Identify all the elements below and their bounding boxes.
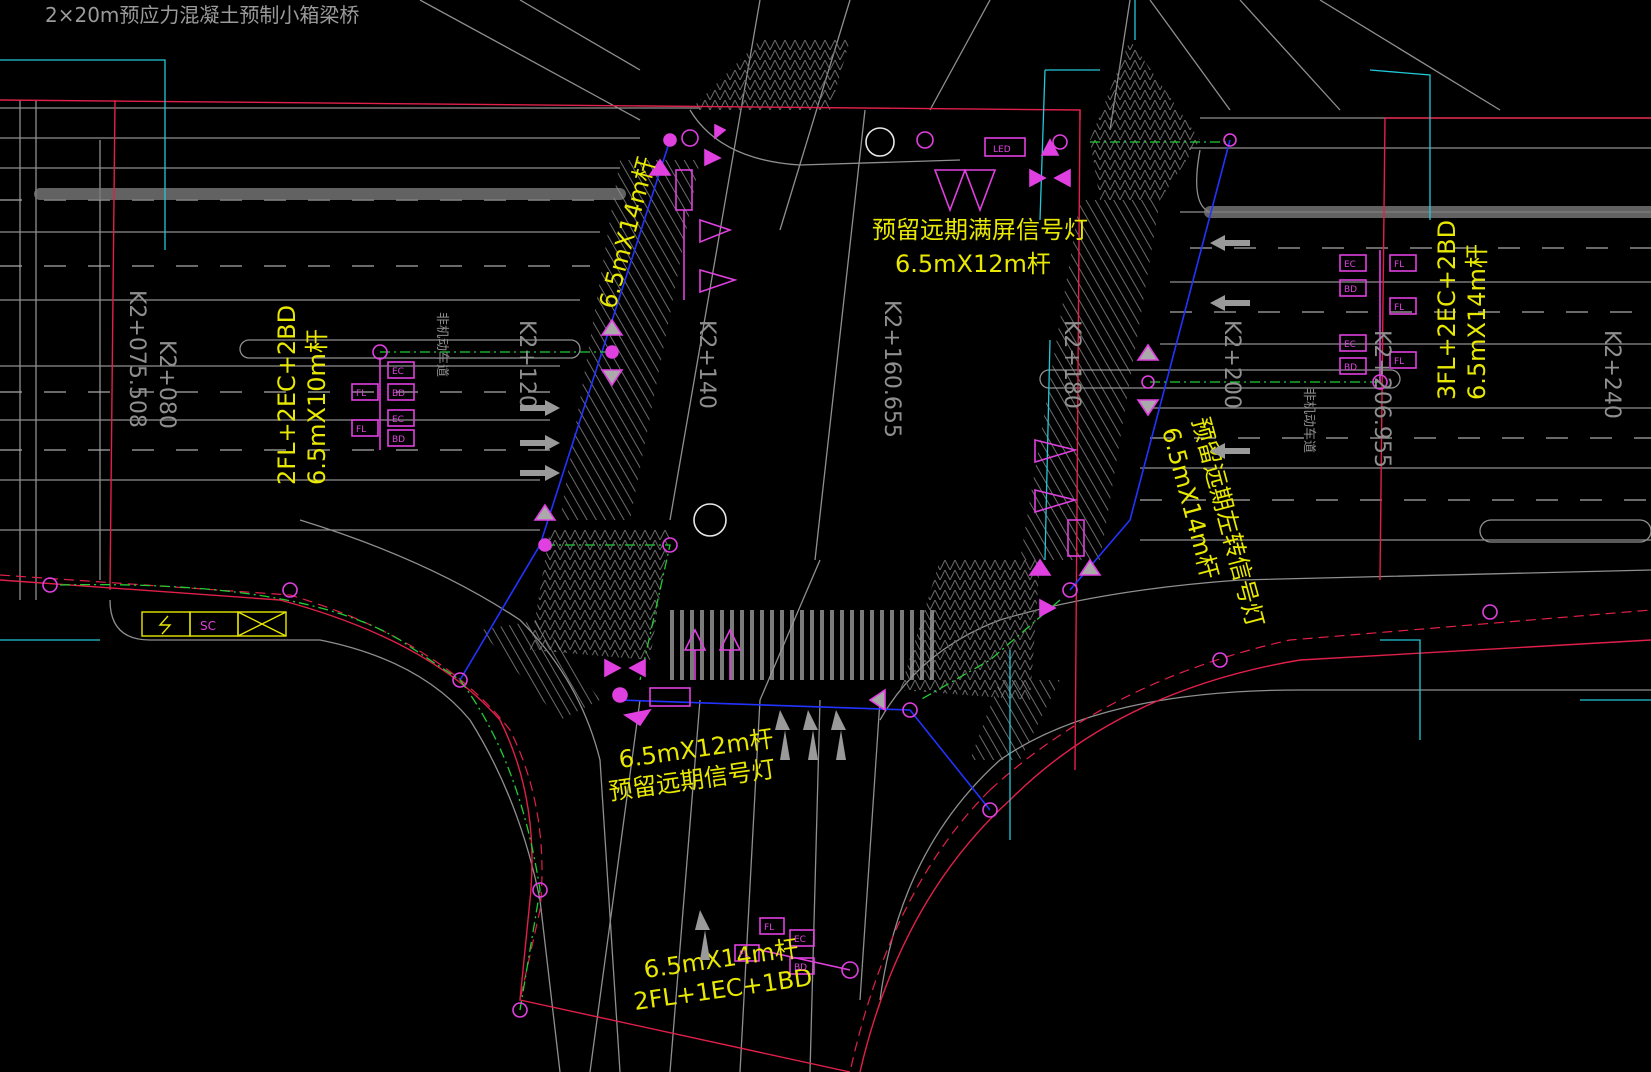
annotation-pole-east-2: 6.5mX14m杆 <box>1463 244 1491 400</box>
label-fl-east-2: FL <box>1394 303 1404 313</box>
label-fl-east-3: FL <box>1394 357 1404 367</box>
signal-pole-ne-n <box>1052 134 1068 150</box>
annotations: 预留远期满屏信号灯 6.5mX12m杆 6.5mX14m杆 2FL+2EC+2B… <box>273 154 1491 1016</box>
annotation-top-center-2: 6.5mX12m杆 <box>895 250 1051 278</box>
station-s3: K2+120 <box>514 320 539 409</box>
label-bd-east-2: BD <box>1344 363 1357 373</box>
label-fl-south-2: FL <box>739 950 749 960</box>
cad-drawing: 2×20m预应力混凝土预制小箱梁桥 K2+075.508 K2+080 K2+1… <box>0 0 1651 1072</box>
road-geometry <box>0 0 1651 1072</box>
label-ec-east-2: EC <box>1344 340 1356 350</box>
label-fl-east-1: FL <box>1394 260 1404 270</box>
annotation-pole-west-1: 2FL+2EC+2BD <box>273 305 301 485</box>
label-ec-west-1: EC <box>392 367 404 377</box>
green-cables <box>59 141 1380 1011</box>
signal-pole-w-junction <box>605 345 619 359</box>
station-s1: K2+075.508 <box>124 290 149 428</box>
station-s5: K2+160.655 <box>879 300 904 438</box>
cabinet-power <box>141 611 191 637</box>
hatch-north-east <box>1090 40 1200 200</box>
annotation-pole-east-1: 3FL+2EC+2BD <box>1433 220 1461 400</box>
label-bd-west-2: BD <box>392 435 405 445</box>
label-fl-west-1: FL <box>356 389 366 399</box>
label-bd-east-1: BD <box>1344 285 1357 295</box>
label-ec-south: EC <box>794 935 806 945</box>
label-fl-south: FL <box>764 923 774 933</box>
lamp-se-3 <box>1482 604 1498 620</box>
crosswalk-south <box>670 610 940 680</box>
marking-nonmotor-east: 非机动车道 <box>1301 388 1317 453</box>
station-s7: K2+200 <box>1219 320 1244 409</box>
lane-dashes <box>0 199 1651 501</box>
reserve-signal-west <box>693 503 727 537</box>
signal-pole-nw <box>663 133 677 147</box>
station-s2: K2+080 <box>154 340 179 429</box>
station-labels: K2+075.508 K2+080 K2+120 K2+140 K2+160.6… <box>124 290 1624 468</box>
label-fl-west-2: FL <box>356 425 366 435</box>
reserve-signal-north <box>865 127 895 157</box>
signal-devices <box>42 123 1498 1018</box>
signal-pole-sw-2 <box>538 538 552 552</box>
annotation-top-center-1: 预留远期满屏信号灯 <box>872 216 1088 244</box>
signal-pole-north <box>916 131 934 149</box>
station-s6: K2+180 <box>1059 320 1084 409</box>
label-bd-south: BD <box>794 963 807 973</box>
station-s9: K2+240 <box>1599 330 1624 419</box>
label-ec-east-1: EC <box>1344 260 1356 270</box>
boundary-lines <box>0 99 1651 1072</box>
annotation-pole-west-2: 6.5mX10m杆 <box>303 329 331 485</box>
marking-nonmotor-west: 非机动车道 <box>434 312 450 377</box>
drawing-title: 2×20m预应力混凝土预制小箱梁桥 <box>45 3 359 27</box>
hatch-north-west <box>690 40 850 110</box>
label-bd-west-1: BD <box>392 389 405 399</box>
shoulder-strips <box>34 188 1651 218</box>
signal-head-south <box>649 687 691 707</box>
label-cabinet-sc: SC <box>200 619 216 633</box>
signal-pole-nw-2 <box>681 129 699 147</box>
signal-pole-south-w <box>612 687 628 703</box>
crossing-areas <box>480 40 1200 760</box>
label-led-north: LED <box>993 145 1011 155</box>
station-s4: K2+140 <box>694 320 719 409</box>
station-s8: K2+206.955 <box>1369 330 1394 468</box>
lamp-sw-1 <box>42 577 58 593</box>
label-ec-west-2: EC <box>392 415 404 425</box>
